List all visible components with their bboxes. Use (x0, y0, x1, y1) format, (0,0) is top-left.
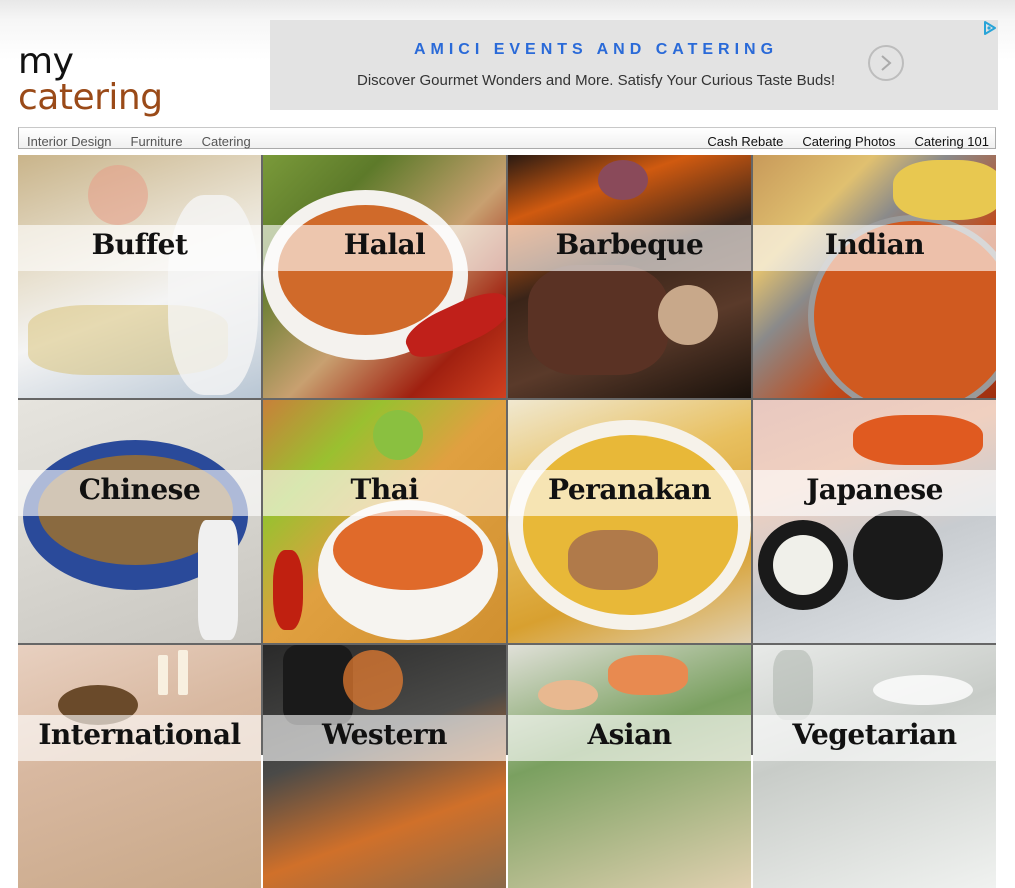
photo-shape (608, 655, 688, 695)
tile-halal[interactable]: Halal (263, 155, 506, 398)
tile-barbeque[interactable]: Barbeque (508, 155, 751, 398)
tile-peranakan[interactable]: Peranakan (508, 400, 751, 643)
tile-thai[interactable]: Thai (263, 400, 506, 643)
adchoices-icon[interactable] (982, 20, 998, 36)
photo-shape (528, 265, 668, 375)
nav-left-links: Interior Design Furniture Catering (27, 131, 270, 150)
nav-link-catering-101[interactable]: Catering 101 (915, 134, 989, 149)
site-logo[interactable]: my catering (18, 44, 163, 116)
tile-vegetarian[interactable]: Vegetarian (753, 645, 996, 888)
photo-shape (658, 285, 718, 345)
nav-link-catering[interactable]: Catering (202, 134, 251, 149)
tile-international[interactable]: International (18, 645, 261, 888)
tile-label: Indian (824, 228, 925, 261)
tile-chinese[interactable]: Chinese (18, 400, 261, 643)
tile-label: Barbeque (555, 228, 704, 261)
nav-right-links: Cash Rebate Catering Photos Catering 101 (688, 131, 989, 150)
photo-shape (333, 510, 483, 590)
ad-description: Discover Gourmet Wonders and More. Satis… (356, 72, 835, 89)
tile-label: Japanese (806, 473, 943, 506)
photo-shape (198, 520, 238, 640)
logo-line-1: my (18, 41, 74, 82)
tile-asian[interactable]: Asian (508, 645, 751, 888)
nav-link-catering-photos[interactable]: Catering Photos (802, 134, 895, 149)
ad-banner[interactable]: AMICI EVENTS AND CATERING Discover Gourm… (270, 20, 998, 110)
tile-label: Vegetarian (792, 718, 957, 751)
chevron-right-icon[interactable] (868, 45, 904, 81)
photo-shape (873, 675, 973, 705)
photo-shape (773, 650, 813, 720)
photo-shape (88, 165, 148, 225)
photo-shape (598, 160, 648, 200)
tile-label: Peranakan (548, 473, 711, 506)
tile-label: Chinese (78, 473, 201, 506)
cuisine-grid: Buffet Halal Barbeque Indian Chinese Tha… (18, 155, 996, 888)
photo-shape (853, 415, 983, 465)
ad-title[interactable]: AMICI EVENTS AND CATERING (270, 41, 922, 59)
tile-label: Asian (587, 718, 672, 751)
nav-link-interior-design[interactable]: Interior Design (27, 134, 112, 149)
photo-shape (343, 650, 403, 710)
tile-label: Halal (343, 228, 426, 261)
photo-shape (853, 510, 943, 600)
nav-link-cash-rebate[interactable]: Cash Rebate (707, 134, 783, 149)
photo-shape (568, 530, 658, 590)
photo-shape (893, 160, 996, 220)
nav-link-furniture[interactable]: Furniture (131, 134, 183, 149)
photo-shape (373, 410, 423, 460)
tile-indian[interactable]: Indian (753, 155, 996, 398)
photo-shape (178, 650, 188, 695)
tile-western[interactable]: Western (263, 645, 506, 888)
top-nav-bar: Interior Design Furniture Catering Cash Re… (18, 127, 996, 149)
tile-label: Buffet (91, 228, 188, 261)
tile-label: Western (321, 718, 448, 751)
tile-label: International (38, 718, 241, 751)
tile-buffet[interactable]: Buffet (18, 155, 261, 398)
photo-shape (273, 550, 303, 630)
logo-line-2: catering (18, 77, 163, 118)
photo-shape (773, 535, 833, 595)
tile-label: Thai (350, 473, 419, 506)
photo-shape (538, 680, 598, 710)
tile-japanese[interactable]: Japanese (753, 400, 996, 643)
photo-shape (158, 655, 168, 695)
